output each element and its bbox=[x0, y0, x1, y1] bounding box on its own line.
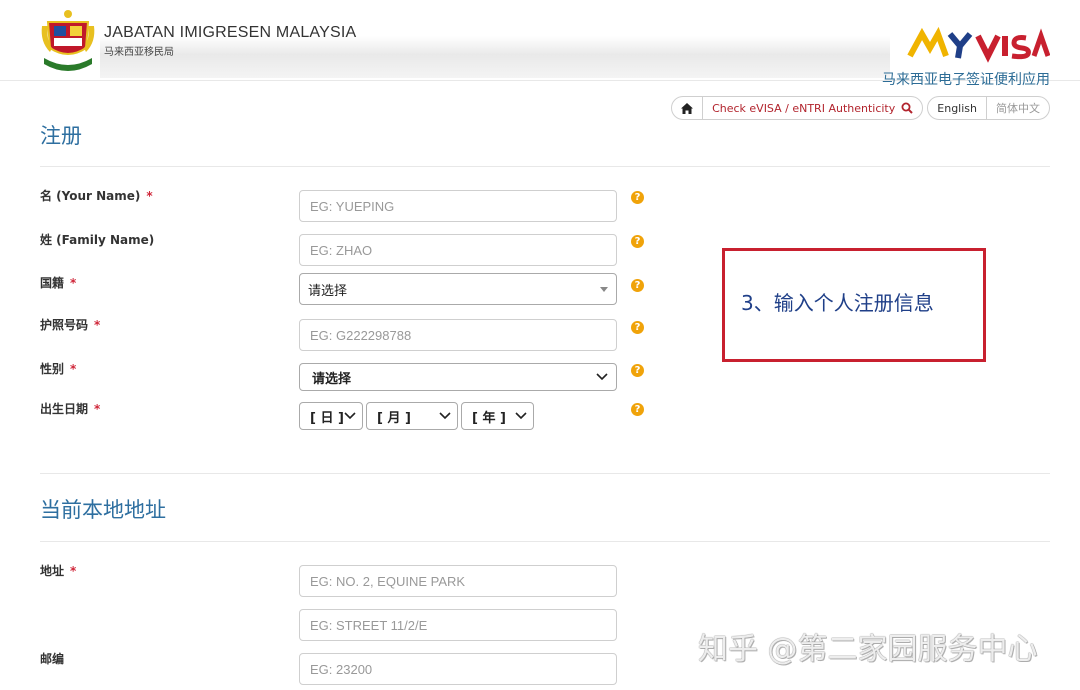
chevron-down-icon bbox=[439, 412, 451, 420]
gender-label: 性别 * bbox=[40, 362, 77, 376]
divider bbox=[40, 166, 1050, 167]
search-icon bbox=[901, 102, 913, 114]
dob-day-select[interactable]: [ 日 ] bbox=[299, 402, 363, 430]
lang-chinese-button[interactable]: 简体中文 bbox=[987, 97, 1049, 119]
chevron-down-icon bbox=[515, 412, 527, 420]
family-name-input[interactable]: EG: ZHAO bbox=[299, 234, 617, 266]
postcode-input[interactable]: EG: 23200 bbox=[299, 653, 617, 685]
home-button[interactable] bbox=[672, 97, 704, 119]
logo-subtitle: 马来西亚电子签证便利应用 bbox=[882, 72, 1050, 88]
help-icon[interactable]: ? bbox=[631, 279, 644, 292]
name-label: 名 (Your Name) * bbox=[40, 189, 153, 203]
divider bbox=[40, 541, 1050, 542]
org-name: JABATAN IMIGRESEN MALAYSIA bbox=[104, 24, 357, 41]
family-name-label: 姓 (Family Name) bbox=[40, 233, 155, 247]
address-label: 地址 * bbox=[40, 564, 77, 578]
help-icon[interactable]: ? bbox=[631, 321, 644, 334]
malaysia-crest-icon bbox=[41, 10, 95, 71]
org-subtitle: 马来西亚移民局 bbox=[104, 47, 174, 58]
annotation-text: 3、输入个人注册信息 bbox=[741, 291, 934, 315]
address-line1-input[interactable]: EG: NO. 2, EQUINE PARK bbox=[299, 565, 617, 597]
passport-label: 护照号码 * bbox=[40, 318, 101, 332]
myvisa-logo-icon[interactable] bbox=[900, 26, 1050, 66]
help-icon[interactable]: ? bbox=[631, 235, 644, 248]
dob-month-value: [ 月 ] bbox=[377, 410, 411, 426]
address-line2-input[interactable]: EG: STREET 11/2/E bbox=[299, 609, 617, 641]
nationality-label: 国籍 * bbox=[40, 276, 77, 290]
action-group: Check eVISA / eNTRI Authenticity bbox=[671, 96, 924, 120]
divider bbox=[40, 473, 1050, 474]
gender-select[interactable]: 请选择 bbox=[299, 363, 617, 391]
annotation-box: 3、输入个人注册信息 bbox=[722, 248, 986, 362]
dob-month-select[interactable]: [ 月 ] bbox=[366, 402, 458, 430]
header-band bbox=[100, 36, 890, 78]
help-icon[interactable]: ? bbox=[631, 191, 644, 204]
help-icon[interactable]: ? bbox=[631, 364, 644, 377]
language-switcher: English 简体中文 bbox=[927, 96, 1050, 120]
postcode-label: 邮编 bbox=[40, 652, 65, 666]
register-section-title: 注册 bbox=[40, 124, 82, 148]
check-authenticity-button[interactable]: Check eVISA / eNTRI Authenticity bbox=[703, 97, 922, 119]
top-actions: Check eVISA / eNTRI Authenticity English… bbox=[671, 96, 1050, 120]
dob-label: 出生日期 * bbox=[40, 402, 101, 416]
home-icon bbox=[681, 102, 694, 114]
name-input[interactable]: EG: YUEPING bbox=[299, 190, 617, 222]
caret-down-icon bbox=[600, 286, 608, 292]
nationality-select[interactable]: 请选择 bbox=[299, 273, 617, 305]
help-icon[interactable]: ? bbox=[631, 403, 644, 416]
passport-input[interactable]: EG: G222298788 bbox=[299, 319, 617, 351]
gender-value: 请选择 bbox=[312, 371, 352, 387]
dob-year-value: [ 年 ] bbox=[472, 410, 506, 426]
address-section-title: 当前本地地址 bbox=[40, 498, 166, 522]
dob-year-select[interactable]: [ 年 ] bbox=[461, 402, 534, 430]
lang-english-button[interactable]: English bbox=[928, 97, 987, 119]
nationality-value: 请选择 bbox=[308, 283, 348, 299]
check-authenticity-label: Check eVISA / eNTRI Authenticity bbox=[712, 101, 896, 115]
chevron-down-icon bbox=[596, 373, 608, 381]
watermark: 知乎 @第二家园服务中心 bbox=[698, 632, 1038, 667]
site-header: JABATAN IMIGRESEN MALAYSIA 马来西亚移民局 马来西亚电… bbox=[0, 0, 1080, 88]
chevron-down-icon bbox=[344, 412, 356, 420]
dob-day-value: [ 日 ] bbox=[310, 410, 344, 426]
